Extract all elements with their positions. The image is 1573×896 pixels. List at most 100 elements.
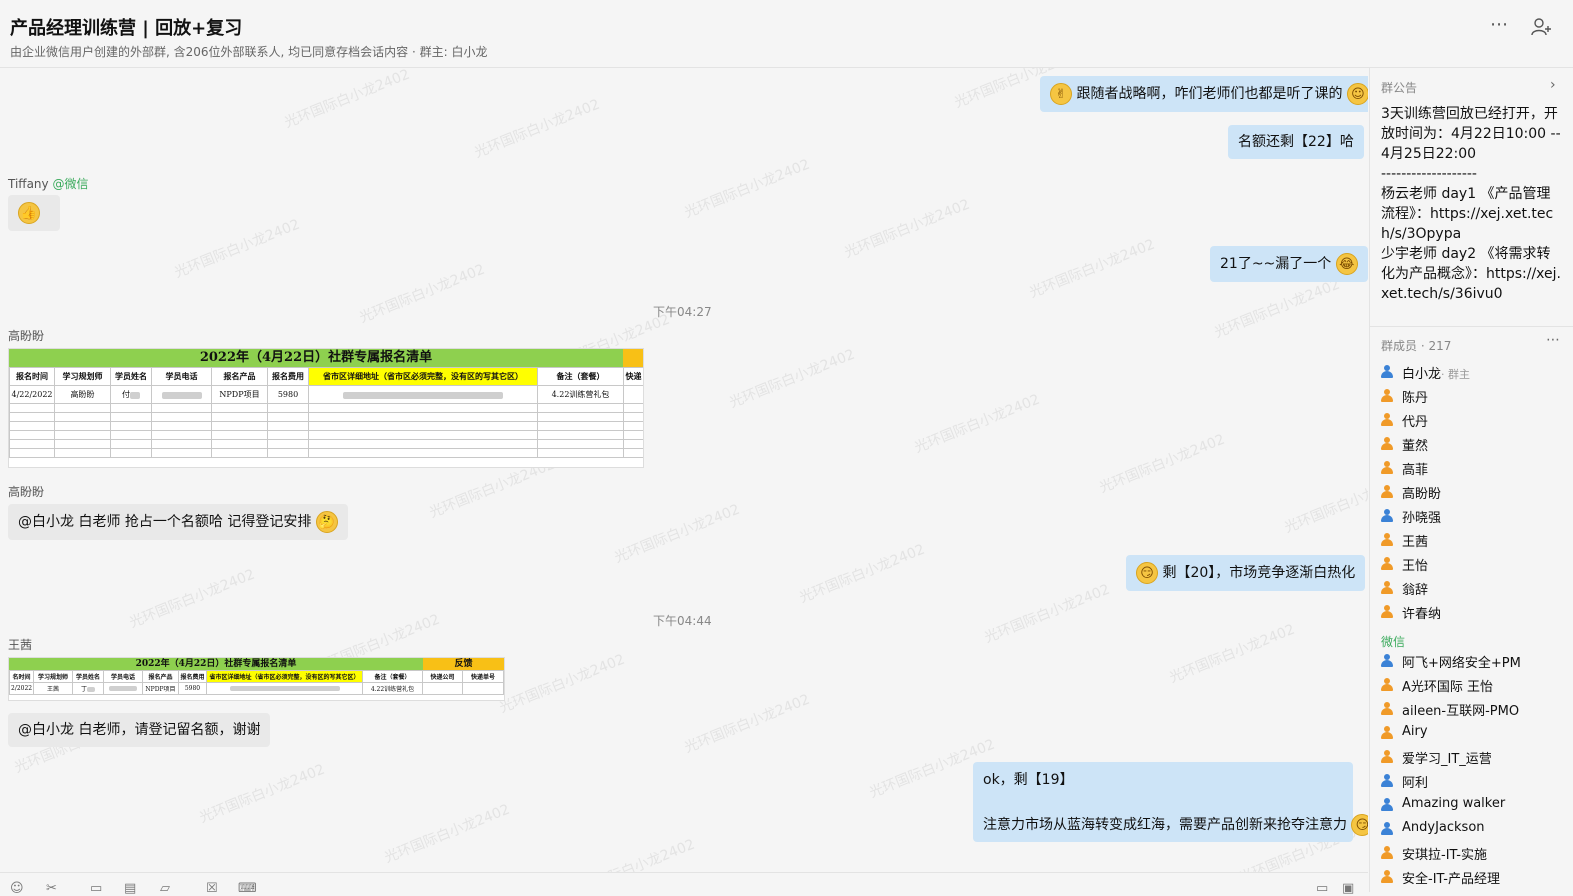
announcement-label: 群公告 bbox=[1381, 81, 1418, 95]
member-name-text: A光环国际 王怡 bbox=[1402, 680, 1494, 695]
more-icon[interactable]: ⋯ bbox=[1546, 332, 1560, 348]
watermark: 光环国际白小龙2402 bbox=[1282, 471, 1368, 537]
sheet-cell: 高盼盼 bbox=[54, 385, 111, 404]
sheet-cell: 2/2022 bbox=[9, 682, 34, 695]
sheet-header-cell: 报名产品 bbox=[142, 670, 179, 683]
sheet-header-cell: 快递 bbox=[623, 367, 643, 386]
document-icon[interactable]: ▤ bbox=[124, 881, 136, 896]
spreadsheet-image[interactable]: 2022年（4月22日）社群专属报名清单 反馈 名时间 学习规划师 学员姓名 学… bbox=[8, 657, 505, 701]
group-announcement[interactable]: 3天训练营回放已经打开，开放时间为：4月22日10:00 -- 4月25日22:… bbox=[1381, 104, 1561, 304]
message-bubble[interactable]: ok，剩【19】 注意力市场从蓝海转变成红海，需要产品创新来抢夺注意力 😏 bbox=[973, 762, 1368, 842]
watermark: 光环国际白小龙2402 bbox=[727, 346, 858, 412]
member-name: 孙晓强 bbox=[1402, 507, 1441, 526]
sheet-table: 名时间 学习规划师 学员姓名 学员电话 报名产品 报名费用 省市区详细地址（省市… bbox=[9, 670, 504, 695]
sheet-header-cell: 备注（套餐） bbox=[362, 670, 423, 683]
group-info-panel: 群公告 › 3天训练营回放已经打开，开放时间为：4月22日10:00 -- 4月… bbox=[1369, 68, 1573, 892]
sheet-cell bbox=[623, 385, 643, 404]
history-icon[interactable]: ▣ bbox=[1342, 881, 1354, 896]
announcement-text: 3天训练营回放已经打开，开放时间为：4月22日10:00 -- 4月25日22:… bbox=[1381, 106, 1561, 302]
message-bubble[interactable]: ✌ 跟随者战略啊，咋们老师们也都是听了课的 ☺ bbox=[1040, 76, 1368, 112]
blurred-text bbox=[109, 686, 137, 691]
keyboard-icon[interactable]: ⌨ bbox=[238, 881, 257, 896]
cat-face-emoji-icon: ☺ bbox=[1346, 83, 1368, 105]
member-name-text: 翁辞 bbox=[1402, 583, 1429, 598]
sheet-cell bbox=[206, 682, 363, 695]
member-name: 阿飞+网络安全+PM bbox=[1402, 652, 1521, 671]
sheet-cell bbox=[103, 682, 143, 695]
sheet-cell: 5980 bbox=[178, 682, 207, 695]
user-avatar-icon bbox=[1380, 461, 1394, 475]
sheet-title: 2022年（4月22日）社群专属报名清单 bbox=[9, 658, 423, 670]
user-avatar-icon bbox=[1380, 726, 1394, 740]
message-list[interactable]: 光环国际白小龙2402 光环国际白小龙2402 光环国际白小龙2402 光环国际… bbox=[0, 68, 1368, 872]
sender-name-text: Tiffany bbox=[8, 177, 49, 191]
member-name: 翁辞 bbox=[1402, 579, 1428, 598]
user-avatar-icon bbox=[1380, 846, 1394, 860]
chat-subtitle: 由企业微信用户创建的外部群, 含206位外部联系人, 均已同意存档会话内容 · … bbox=[10, 45, 488, 59]
message-bubble[interactable]: 名额还剩【22】哈 bbox=[1228, 125, 1364, 159]
watermark: 光环国际白小龙2402 bbox=[127, 566, 258, 632]
message-bubble[interactable]: @白小龙 白老师，请登记留名额，谢谢 bbox=[8, 713, 271, 747]
window-icon[interactable]: ▭ bbox=[1316, 881, 1328, 896]
member-name: 安全-IT-产品经理 bbox=[1402, 868, 1500, 887]
watermark: 光环国际白小龙2402 bbox=[912, 391, 1043, 457]
member-name-text: 许春纳 bbox=[1402, 607, 1442, 622]
member-name-text: Amazing walker bbox=[1402, 796, 1506, 811]
watermark: 光环国际白小龙2402 bbox=[797, 541, 928, 607]
thumbs-up-emoji-icon: 👍 bbox=[18, 202, 40, 224]
member-name: Amazing walker bbox=[1402, 796, 1505, 811]
sender-name: 高盼盼 bbox=[8, 485, 45, 499]
sheet-header-cell: 备注（套餐） bbox=[537, 367, 624, 386]
sheet-header-cell: 学员电话 bbox=[151, 367, 212, 386]
scissors-icon[interactable]: ✂ bbox=[46, 881, 57, 896]
member-name-text: 高盼盼 bbox=[1402, 487, 1442, 502]
message-bubble[interactable]: @白小龙 白老师 抢占一个名额哈 记得登记安排 🤔 bbox=[8, 504, 348, 540]
message-bubble[interactable]: 😏 剩【20】，市场竞争逐渐白热化 bbox=[1126, 555, 1366, 591]
member-name: A光环国际 王怡 bbox=[1402, 676, 1493, 695]
file-icon[interactable]: ▭ bbox=[90, 881, 102, 896]
add-member-icon[interactable] bbox=[1530, 16, 1552, 38]
user-avatar-icon bbox=[1380, 822, 1394, 836]
member-name-text: 王怡 bbox=[1402, 559, 1429, 574]
user-avatar-icon bbox=[1380, 678, 1394, 692]
user-avatar-icon bbox=[1380, 654, 1394, 668]
blurred-text bbox=[229, 686, 340, 691]
watermark: 光环国际白小龙2402 bbox=[1097, 431, 1228, 497]
message-text: ok，剩【19】 bbox=[983, 772, 1074, 788]
member-name: 白小龙· 群主 bbox=[1402, 363, 1470, 382]
user-avatar-icon bbox=[1380, 557, 1394, 571]
member-name: 代丹 bbox=[1402, 411, 1428, 430]
smirk-emoji-icon: 😏 bbox=[1351, 814, 1368, 836]
member-name: 阿利 bbox=[1402, 772, 1428, 791]
sheet-header-cell: 快递单号 bbox=[462, 670, 504, 683]
watermark: 光环国际白小龙2402 bbox=[1167, 621, 1298, 687]
wechat-section-label: 微信 bbox=[1381, 635, 1406, 649]
sheet-cell: 4.22训练营礼包 bbox=[537, 385, 624, 404]
blurred-text bbox=[130, 391, 140, 399]
chevron-right-icon[interactable]: › bbox=[1550, 77, 1556, 93]
user-avatar-icon bbox=[1380, 509, 1394, 523]
sheet-header-cell: 报名费用 bbox=[267, 367, 309, 386]
member-name-text: 阿利 bbox=[1402, 776, 1429, 791]
sheet-cell-text: 付 bbox=[122, 390, 130, 399]
sheet-title: 2022年（4月22日）社群专属报名清单 bbox=[9, 349, 623, 367]
thinking-666-emoji-icon: 🤔 bbox=[315, 511, 338, 533]
member-name: 王茜 bbox=[1402, 531, 1428, 550]
more-icon[interactable]: ⋯ bbox=[1490, 14, 1508, 35]
emoji-icon[interactable]: ☺ bbox=[10, 881, 24, 896]
sheet-header-cell: 名时间 bbox=[9, 670, 34, 683]
watermark: 光环国际白小龙2402 bbox=[682, 156, 813, 222]
member-name-text: 董然 bbox=[1402, 439, 1429, 454]
laughing-emoji-icon: 😂 bbox=[1335, 253, 1358, 275]
spreadsheet-image[interactable]: 2022年（4月22日）社群专属报名清单 报名时间 学习规划师 学员姓名 学员电… bbox=[8, 348, 644, 468]
close-icon[interactable]: ☒ bbox=[206, 881, 218, 896]
sender-name: 高盼盼 bbox=[8, 329, 45, 343]
folder-icon[interactable]: ▱ bbox=[160, 881, 170, 896]
sheet-cell: 付 bbox=[110, 385, 152, 404]
message-bubble[interactable]: 👍 bbox=[8, 195, 60, 231]
watermark: 光环国际白小龙2402 bbox=[612, 501, 743, 567]
message-bubble[interactable]: 21了~~漏了一个 😂 bbox=[1210, 246, 1368, 282]
watermark: 光环国际白小龙2402 bbox=[382, 801, 513, 867]
sheet-header-cell: 报名费用 bbox=[178, 670, 207, 683]
member-name: 高菲 bbox=[1402, 459, 1428, 478]
